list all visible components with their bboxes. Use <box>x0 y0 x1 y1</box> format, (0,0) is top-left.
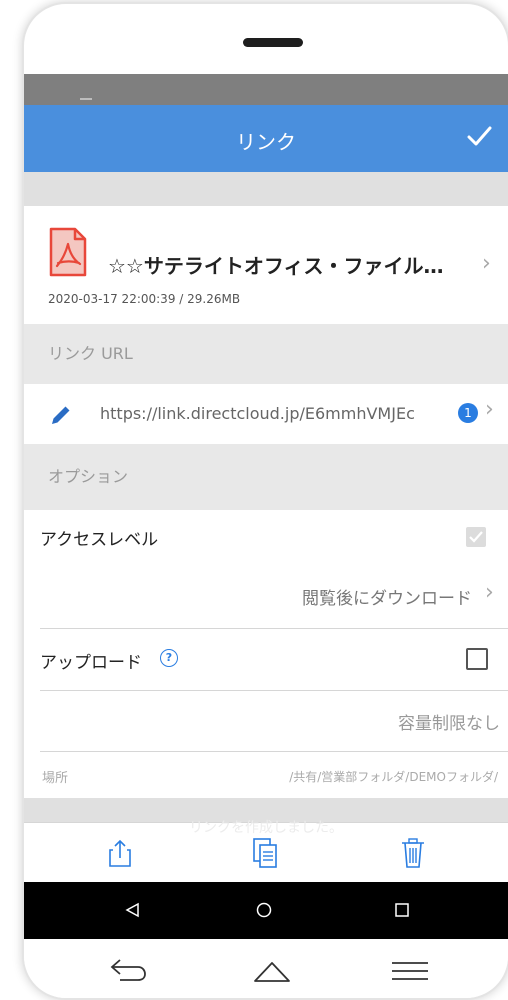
location-row: 場所 /共有/営業部フォルダ/DEMOフォルダ/ <box>24 752 508 798</box>
link-url-text[interactable]: https://link.directcloud.jp/E6mmhVMJEc <box>100 404 415 423</box>
back-triangle-icon[interactable] <box>124 902 140 922</box>
chevron-right-icon: › <box>485 580 494 605</box>
upload-checkbox[interactable] <box>466 648 488 670</box>
file-card[interactable]: ☆☆サテライトオフィス・ファイル… 2020-03-17 22:00:39 / … <box>24 206 508 324</box>
upload-row[interactable]: アップロード ? <box>24 629 508 690</box>
check-icon[interactable] <box>460 117 498 155</box>
section-spacer <box>24 172 508 206</box>
copy-icon[interactable] <box>252 837 280 873</box>
pdf-file-icon <box>48 226 88 278</box>
access-level-value-row[interactable]: 閲覧後にダウンロード › <box>24 566 508 628</box>
hardware-nav-bar <box>24 939 508 998</box>
menu-lines-icon[interactable] <box>390 961 430 985</box>
phone-frame: リンク ☆☆サテライトオフィス・ファイル… 2020-03-17 22:00:3… <box>22 2 508 1000</box>
access-level-row[interactable]: アクセスレベル <box>24 510 508 566</box>
pencil-icon[interactable] <box>48 402 74 432</box>
checkbox-check-icon <box>469 531 483 543</box>
chevron-right-icon: › <box>482 251 491 276</box>
section-header-link-url: リンク URL <box>24 324 508 384</box>
upload-limit-value: 容量制限なし <box>398 714 500 734</box>
app-bar: リンク <box>24 105 508 172</box>
file-meta: 2020-03-17 22:00:39 / 29.26MB <box>48 292 241 306</box>
help-icon[interactable]: ? <box>160 649 178 667</box>
section-header-options: オプション <box>24 444 508 510</box>
page-title: リンク <box>236 130 296 154</box>
trash-icon[interactable] <box>400 837 426 873</box>
upload-label: アップロード <box>40 653 142 673</box>
link-count-badge: 1 <box>458 403 478 423</box>
back-arrow-icon[interactable] <box>108 958 148 986</box>
home-outline-icon[interactable] <box>252 959 292 987</box>
check-icon-graphic <box>467 126 492 146</box>
location-label: 場所 <box>42 771 69 786</box>
status-bar <box>24 74 508 107</box>
chevron-right-icon: › <box>485 397 494 422</box>
android-nav-bar <box>24 882 508 939</box>
status-bar-dash <box>80 98 92 100</box>
file-name: ☆☆サテライトオフィス・ファイル… <box>108 254 444 278</box>
link-settings-content: ☆☆サテライトオフィス・ファイル… 2020-03-17 22:00:39 / … <box>24 172 508 822</box>
bottom-toolbar: リンクを作成しました。 <box>24 820 508 883</box>
toast-message: リンクを作成しました。 <box>189 820 343 836</box>
share-icon[interactable] <box>107 838 133 872</box>
phone-speaker <box>243 38 303 47</box>
access-level-checkbox[interactable] <box>466 527 486 547</box>
access-level-label: アクセスレベル <box>40 530 159 550</box>
location-value: /共有/営業部フォルダ/DEMOフォルダ/ <box>289 770 498 784</box>
link-url-row[interactable]: https://link.directcloud.jp/E6mmhVMJEc 1… <box>24 384 508 444</box>
upload-limit-row: 容量制限なし <box>24 691 508 751</box>
home-circle-icon[interactable] <box>256 902 272 922</box>
access-level-value: 閲覧後にダウンロード <box>302 589 472 609</box>
recent-square-icon[interactable] <box>394 902 410 922</box>
